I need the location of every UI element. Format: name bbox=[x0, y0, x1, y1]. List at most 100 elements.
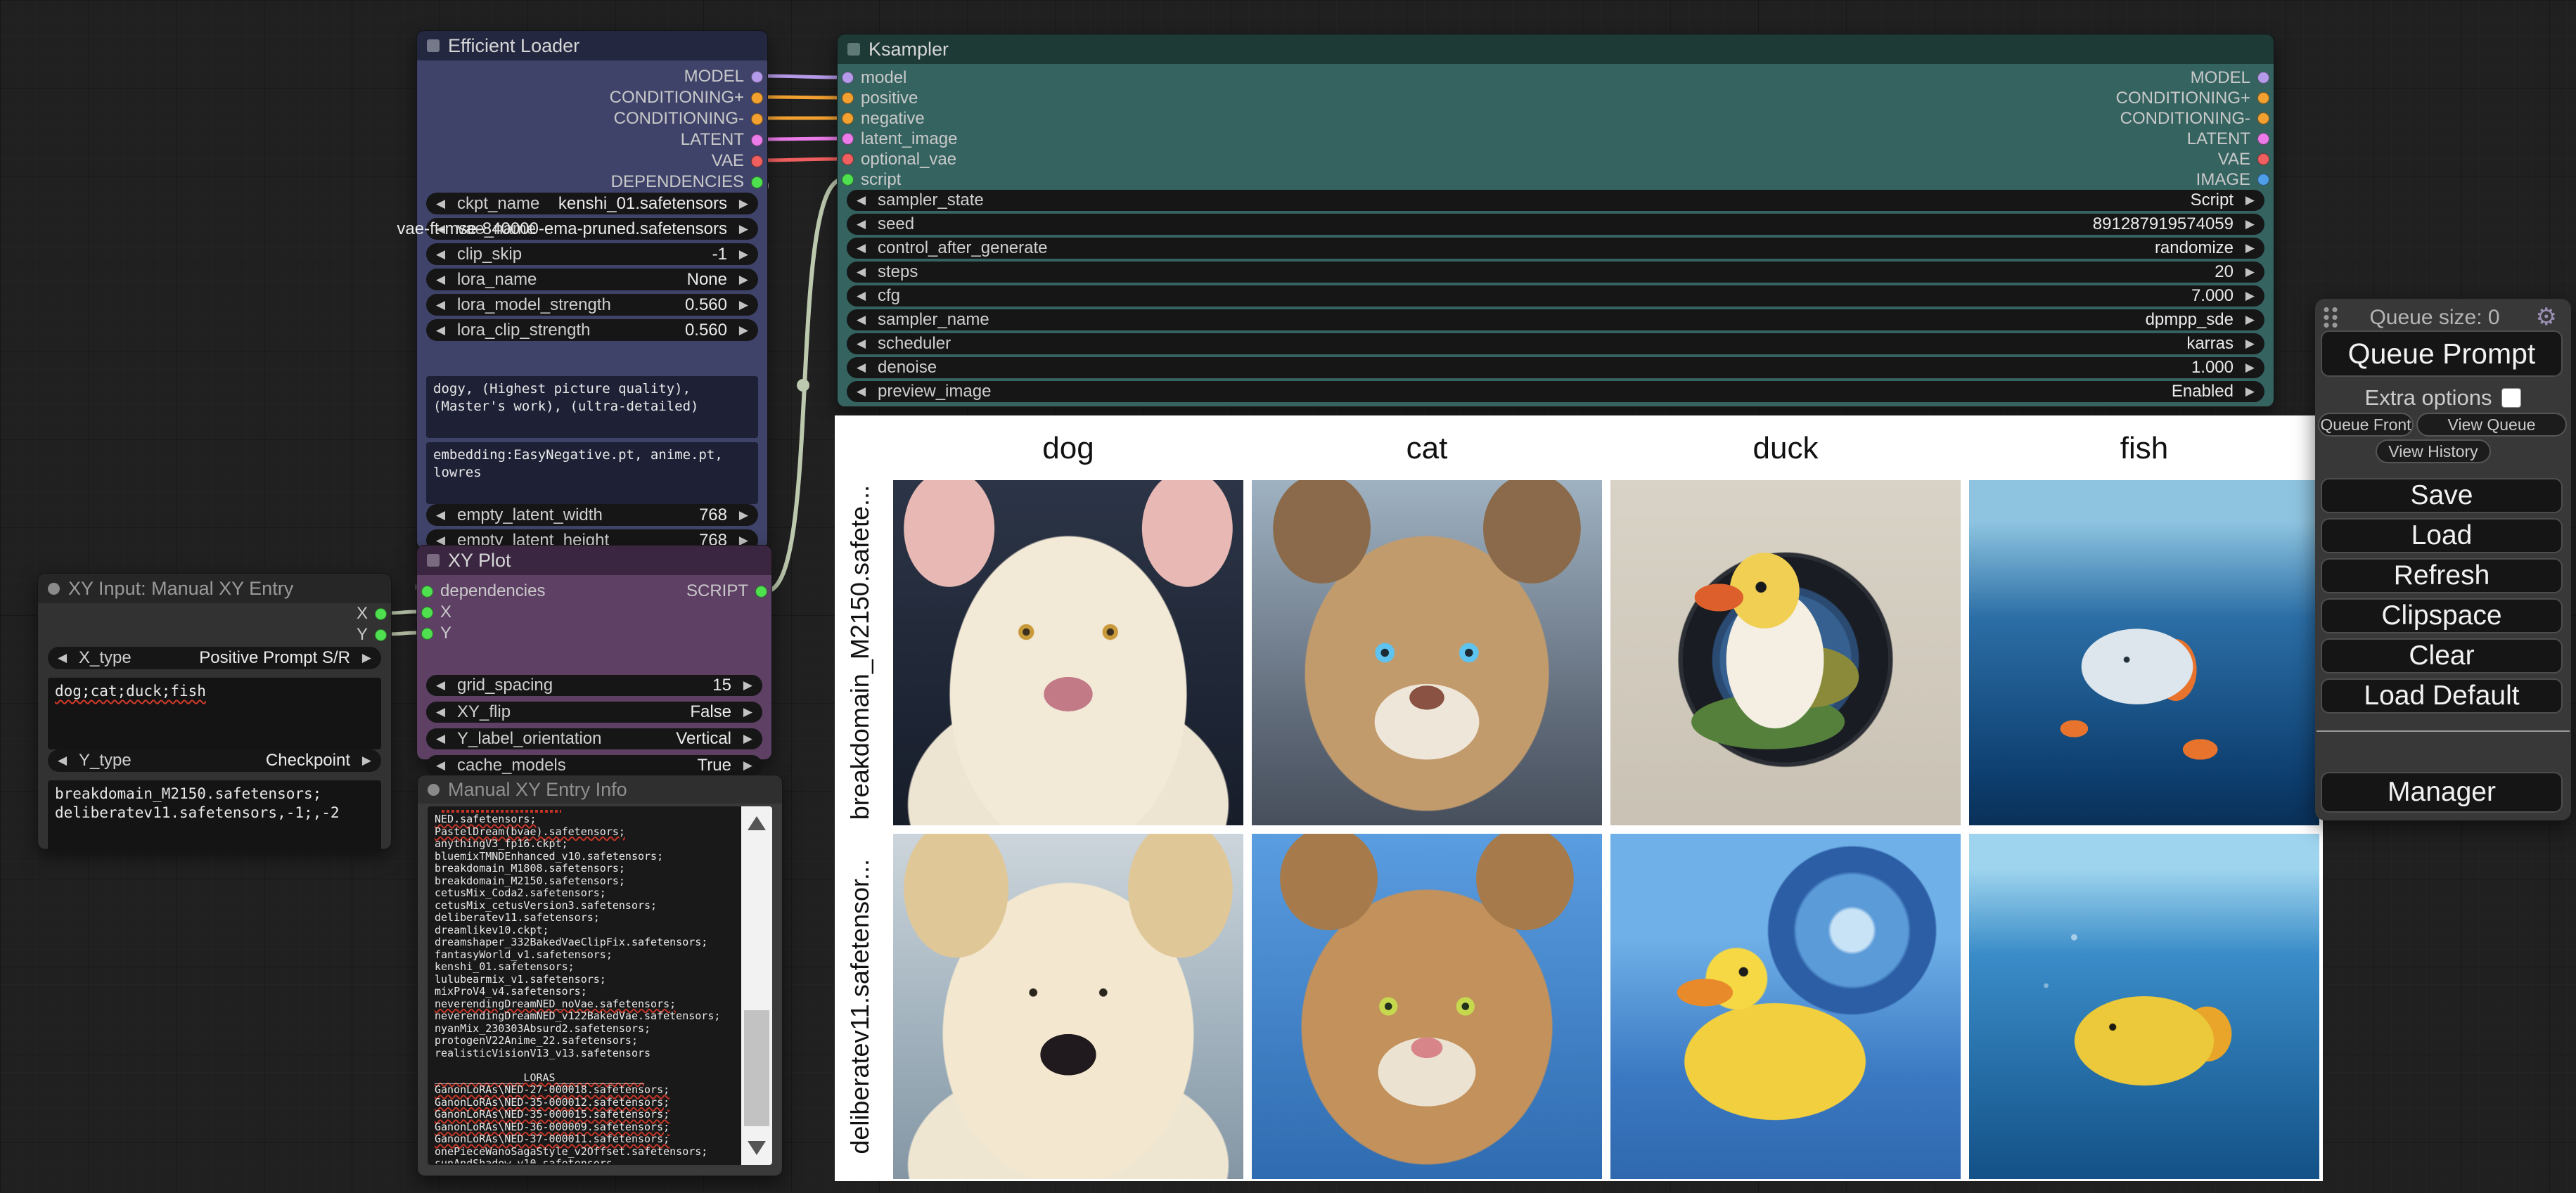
negative-port-dot[interactable] bbox=[842, 112, 854, 124]
left-arrow-icon[interactable]: ◀ bbox=[58, 647, 67, 669]
widget-cfg[interactable]: ◀cfg7.000▶ bbox=[847, 285, 2264, 307]
left-arrow-icon[interactable]: ◀ bbox=[436, 193, 445, 214]
widget-sampler-name[interactable]: ◀sampler_namedpmpp_sde▶ bbox=[847, 309, 2264, 330]
scroll-thumb[interactable] bbox=[744, 1010, 769, 1126]
model-out-port-dot[interactable] bbox=[2257, 72, 2269, 84]
right-arrow-icon[interactable]: ▶ bbox=[739, 243, 748, 265]
x-out-port-dot[interactable] bbox=[375, 608, 387, 620]
conditioning-plus-port-dot[interactable] bbox=[751, 92, 763, 104]
queue-front-button[interactable]: Queue Front bbox=[2318, 413, 2414, 437]
scroll-up-icon[interactable] bbox=[748, 816, 766, 830]
latent-port-dot[interactable] bbox=[751, 134, 763, 146]
optional-vae-port-dot[interactable] bbox=[842, 153, 854, 165]
queue-prompt-button[interactable]: Queue Prompt bbox=[2321, 330, 2563, 377]
clipspace-button[interactable]: Clipspace bbox=[2321, 598, 2563, 633]
collapse-box-icon[interactable] bbox=[427, 554, 440, 567]
model-port-dot[interactable] bbox=[842, 72, 854, 84]
vae-port-dot[interactable] bbox=[751, 155, 763, 167]
left-arrow-icon[interactable]: ◀ bbox=[436, 243, 445, 265]
load-default-button[interactable]: Load Default bbox=[2321, 678, 2563, 714]
right-arrow-icon[interactable]: ▶ bbox=[2245, 190, 2255, 211]
widget-y-type[interactable]: ◀Y_typeCheckpoint▶ bbox=[48, 749, 381, 772]
conditioning-plus-out-port-dot[interactable] bbox=[2257, 92, 2269, 104]
right-arrow-icon[interactable]: ▶ bbox=[362, 647, 371, 669]
right-arrow-icon[interactable]: ▶ bbox=[2245, 309, 2255, 330]
load-button[interactable]: Load bbox=[2321, 518, 2563, 553]
node-title-bar[interactable]: Manual XY Entry Info bbox=[418, 775, 782, 804]
conditioning-minus-port-dot[interactable] bbox=[751, 113, 763, 125]
left-arrow-icon[interactable]: ◀ bbox=[436, 702, 445, 723]
right-arrow-icon[interactable]: ▶ bbox=[743, 675, 752, 696]
left-arrow-icon[interactable]: ◀ bbox=[58, 749, 67, 772]
save-button[interactable]: Save bbox=[2321, 478, 2563, 513]
right-arrow-icon[interactable]: ▶ bbox=[362, 749, 371, 772]
widget-y-label-orientation[interactable]: ◀Y_label_orientationVertical▶ bbox=[426, 728, 762, 749]
widget-xy-flip[interactable]: ◀XY_flipFalse▶ bbox=[426, 702, 762, 723]
left-arrow-icon[interactable]: ◀ bbox=[857, 238, 866, 259]
widget-lora-clip-strength[interactable]: ◀lora_clip_strength0.560▶ bbox=[426, 319, 758, 341]
widget-grid-spacing[interactable]: ◀grid_spacing15▶ bbox=[426, 675, 762, 696]
widget-preview-image[interactable]: ◀preview_imageEnabled▶ bbox=[847, 381, 2264, 402]
left-arrow-icon[interactable]: ◀ bbox=[857, 190, 866, 211]
right-arrow-icon[interactable]: ▶ bbox=[2245, 357, 2255, 378]
clear-button[interactable]: Clear bbox=[2321, 638, 2563, 673]
node-title-bar[interactable]: XY Input: Manual XY Entry bbox=[38, 574, 391, 603]
node-manual-xy-entry-info[interactable]: Manual XY Entry Info NED.safetensors;Pas… bbox=[417, 775, 783, 1177]
scrollbar[interactable] bbox=[741, 806, 772, 1165]
x-values-textarea[interactable]: dog;cat;duck;fish bbox=[48, 678, 381, 749]
widget-empty-latent-width[interactable]: ◀empty_latent_width768▶ bbox=[426, 504, 758, 526]
left-arrow-icon[interactable]: ◀ bbox=[436, 269, 445, 290]
left-arrow-icon[interactable]: ◀ bbox=[857, 357, 866, 378]
scroll-down-icon[interactable] bbox=[748, 1141, 766, 1155]
right-arrow-icon[interactable]: ▶ bbox=[2245, 381, 2255, 402]
latent-out-port-dot[interactable] bbox=[2257, 133, 2269, 145]
right-arrow-icon[interactable]: ▶ bbox=[743, 728, 752, 749]
widget-sampler-state[interactable]: ◀sampler_stateScript▶ bbox=[847, 190, 2264, 211]
widget-x-type[interactable]: ◀X_typePositive Prompt S/R▶ bbox=[48, 647, 381, 669]
widget-scheduler[interactable]: ◀schedulerkarras▶ bbox=[847, 333, 2264, 354]
view-history-button[interactable]: View History bbox=[2376, 439, 2491, 463]
conditioning-minus-out-port-dot[interactable] bbox=[2257, 112, 2269, 124]
right-arrow-icon[interactable]: ▶ bbox=[2245, 262, 2255, 283]
right-arrow-icon[interactable]: ▶ bbox=[739, 319, 748, 341]
negative-prompt-textarea[interactable]: embedding:EasyNegative.pt, anime.pt, low… bbox=[426, 442, 758, 504]
settings-gear-icon[interactable]: ⚙ bbox=[2536, 303, 2557, 331]
collapse-circle-icon[interactable] bbox=[48, 583, 60, 595]
node-efficient-loader[interactable]: Efficient Loader MODEL CONDITIONING+ CON… bbox=[416, 30, 768, 550]
right-arrow-icon[interactable]: ▶ bbox=[739, 294, 748, 316]
x-in-port-dot[interactable] bbox=[421, 607, 433, 619]
script-port-dot[interactable] bbox=[842, 174, 854, 186]
left-arrow-icon[interactable]: ◀ bbox=[857, 333, 866, 354]
widget-clip-skip[interactable]: ◀clip_skip-1▶ bbox=[426, 243, 758, 265]
left-arrow-icon[interactable]: ◀ bbox=[436, 319, 445, 341]
vae-out-port-dot[interactable] bbox=[2257, 153, 2269, 165]
left-arrow-icon[interactable]: ◀ bbox=[436, 675, 445, 696]
refresh-button[interactable]: Refresh bbox=[2321, 558, 2563, 593]
widget-lora-model-strength[interactable]: ◀lora_model_strength0.560▶ bbox=[426, 294, 758, 316]
y-out-port-dot[interactable] bbox=[375, 629, 387, 641]
widget-ckpt-name[interactable]: ◀ckpt_namekenshi_01.safetensors▶ bbox=[426, 193, 758, 214]
view-queue-button[interactable]: View Queue bbox=[2416, 413, 2567, 437]
left-arrow-icon[interactable]: ◀ bbox=[436, 294, 445, 316]
right-arrow-icon[interactable]: ▶ bbox=[739, 193, 748, 214]
collapse-box-icon[interactable] bbox=[427, 39, 440, 52]
widget-lora-name[interactable]: ◀lora_nameNone▶ bbox=[426, 269, 758, 290]
left-arrow-icon[interactable]: ◀ bbox=[857, 285, 866, 307]
positive-prompt-textarea[interactable]: dogy, (Highest picture quality),(Master'… bbox=[426, 376, 758, 438]
left-arrow-icon[interactable]: ◀ bbox=[857, 262, 866, 283]
collapse-box-icon[interactable] bbox=[847, 43, 860, 56]
manager-button[interactable]: Manager bbox=[2321, 772, 2563, 813]
script-out-port-dot[interactable] bbox=[755, 586, 767, 598]
image-out-port-dot[interactable] bbox=[2257, 174, 2269, 186]
node-title-bar[interactable]: XY Plot bbox=[417, 546, 771, 575]
node-xy-plot[interactable]: XY Plot dependencies X Y SCRIPT ◀grid_sp… bbox=[416, 545, 772, 761]
right-arrow-icon[interactable]: ▶ bbox=[743, 702, 752, 723]
node-ksampler[interactable]: Ksampler model positive negative latent_… bbox=[837, 34, 2274, 408]
extra-options-checkbox[interactable] bbox=[2501, 388, 2521, 408]
right-arrow-icon[interactable]: ▶ bbox=[2245, 214, 2255, 235]
dependencies-port-dot[interactable] bbox=[751, 176, 763, 188]
left-arrow-icon[interactable]: ◀ bbox=[436, 755, 445, 776]
latent-image-port-dot[interactable] bbox=[842, 133, 854, 145]
collapse-circle-icon[interactable] bbox=[428, 784, 440, 796]
node-title-bar[interactable]: Ksampler bbox=[838, 34, 2274, 64]
